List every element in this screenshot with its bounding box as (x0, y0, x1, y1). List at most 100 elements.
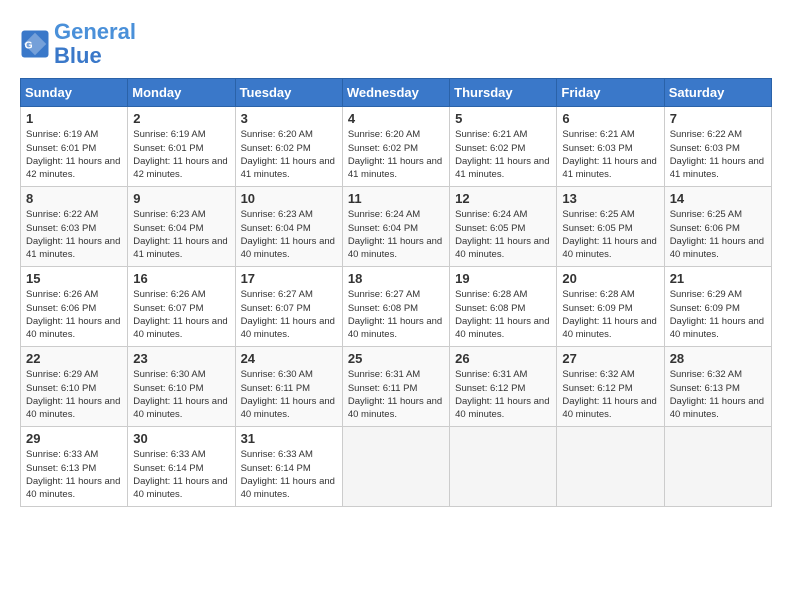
day-info: Sunrise: 6:30 AMSunset: 6:11 PMDaylight:… (241, 368, 337, 421)
day-number: 15 (26, 271, 122, 286)
calendar-week-row: 22 Sunrise: 6:29 AMSunset: 6:10 PMDaylig… (21, 347, 772, 427)
day-info: Sunrise: 6:33 AMSunset: 6:13 PMDaylight:… (26, 448, 122, 501)
calendar-cell: 1 Sunrise: 6:19 AMSunset: 6:01 PMDayligh… (21, 107, 128, 187)
calendar-cell: 20 Sunrise: 6:28 AMSunset: 6:09 PMDaylig… (557, 267, 664, 347)
day-number: 14 (670, 191, 766, 206)
day-number: 21 (670, 271, 766, 286)
calendar-header-row: SundayMondayTuesdayWednesdayThursdayFrid… (21, 79, 772, 107)
day-number: 1 (26, 111, 122, 126)
calendar-cell: 31 Sunrise: 6:33 AMSunset: 6:14 PMDaylig… (235, 427, 342, 507)
calendar-table: SundayMondayTuesdayWednesdayThursdayFrid… (20, 78, 772, 507)
calendar-cell: 3 Sunrise: 6:20 AMSunset: 6:02 PMDayligh… (235, 107, 342, 187)
day-info: Sunrise: 6:23 AMSunset: 6:04 PMDaylight:… (241, 208, 337, 261)
day-number: 8 (26, 191, 122, 206)
day-number: 25 (348, 351, 444, 366)
calendar-cell: 2 Sunrise: 6:19 AMSunset: 6:01 PMDayligh… (128, 107, 235, 187)
day-header-sunday: Sunday (21, 79, 128, 107)
calendar-cell (342, 427, 449, 507)
calendar-week-row: 8 Sunrise: 6:22 AMSunset: 6:03 PMDayligh… (21, 187, 772, 267)
day-number: 7 (670, 111, 766, 126)
day-info: Sunrise: 6:31 AMSunset: 6:11 PMDaylight:… (348, 368, 444, 421)
calendar-cell: 9 Sunrise: 6:23 AMSunset: 6:04 PMDayligh… (128, 187, 235, 267)
day-number: 31 (241, 431, 337, 446)
day-number: 6 (562, 111, 658, 126)
day-number: 24 (241, 351, 337, 366)
calendar-cell: 25 Sunrise: 6:31 AMSunset: 6:11 PMDaylig… (342, 347, 449, 427)
day-number: 3 (241, 111, 337, 126)
calendar-week-row: 29 Sunrise: 6:33 AMSunset: 6:13 PMDaylig… (21, 427, 772, 507)
day-number: 28 (670, 351, 766, 366)
day-number: 2 (133, 111, 229, 126)
day-info: Sunrise: 6:26 AMSunset: 6:06 PMDaylight:… (26, 288, 122, 341)
logo-name: GeneralBlue (54, 20, 136, 68)
day-number: 18 (348, 271, 444, 286)
calendar-body: 1 Sunrise: 6:19 AMSunset: 6:01 PMDayligh… (21, 107, 772, 507)
calendar-cell: 10 Sunrise: 6:23 AMSunset: 6:04 PMDaylig… (235, 187, 342, 267)
day-info: Sunrise: 6:24 AMSunset: 6:04 PMDaylight:… (348, 208, 444, 261)
calendar-cell: 23 Sunrise: 6:30 AMSunset: 6:10 PMDaylig… (128, 347, 235, 427)
calendar-cell (557, 427, 664, 507)
day-number: 30 (133, 431, 229, 446)
logo: G GeneralBlue (20, 20, 136, 68)
day-info: Sunrise: 6:20 AMSunset: 6:02 PMDaylight:… (241, 128, 337, 181)
day-number: 19 (455, 271, 551, 286)
calendar-cell: 18 Sunrise: 6:27 AMSunset: 6:08 PMDaylig… (342, 267, 449, 347)
day-info: Sunrise: 6:19 AMSunset: 6:01 PMDaylight:… (26, 128, 122, 181)
calendar-cell (664, 427, 771, 507)
day-number: 11 (348, 191, 444, 206)
day-header-saturday: Saturday (664, 79, 771, 107)
calendar-cell: 24 Sunrise: 6:30 AMSunset: 6:11 PMDaylig… (235, 347, 342, 427)
calendar-cell: 4 Sunrise: 6:20 AMSunset: 6:02 PMDayligh… (342, 107, 449, 187)
calendar-cell: 16 Sunrise: 6:26 AMSunset: 6:07 PMDaylig… (128, 267, 235, 347)
day-info: Sunrise: 6:22 AMSunset: 6:03 PMDaylight:… (26, 208, 122, 261)
day-info: Sunrise: 6:27 AMSunset: 6:07 PMDaylight:… (241, 288, 337, 341)
calendar-cell: 13 Sunrise: 6:25 AMSunset: 6:05 PMDaylig… (557, 187, 664, 267)
day-info: Sunrise: 6:32 AMSunset: 6:13 PMDaylight:… (670, 368, 766, 421)
calendar-cell: 19 Sunrise: 6:28 AMSunset: 6:08 PMDaylig… (450, 267, 557, 347)
day-number: 27 (562, 351, 658, 366)
day-info: Sunrise: 6:32 AMSunset: 6:12 PMDaylight:… (562, 368, 658, 421)
day-info: Sunrise: 6:29 AMSunset: 6:09 PMDaylight:… (670, 288, 766, 341)
day-number: 26 (455, 351, 551, 366)
day-number: 4 (348, 111, 444, 126)
calendar-cell: 22 Sunrise: 6:29 AMSunset: 6:10 PMDaylig… (21, 347, 128, 427)
day-info: Sunrise: 6:26 AMSunset: 6:07 PMDaylight:… (133, 288, 229, 341)
day-info: Sunrise: 6:31 AMSunset: 6:12 PMDaylight:… (455, 368, 551, 421)
day-number: 20 (562, 271, 658, 286)
day-info: Sunrise: 6:28 AMSunset: 6:08 PMDaylight:… (455, 288, 551, 341)
logo-icon: G (20, 29, 50, 59)
calendar-cell: 6 Sunrise: 6:21 AMSunset: 6:03 PMDayligh… (557, 107, 664, 187)
day-number: 29 (26, 431, 122, 446)
day-number: 22 (26, 351, 122, 366)
day-header-friday: Friday (557, 79, 664, 107)
calendar-cell: 14 Sunrise: 6:25 AMSunset: 6:06 PMDaylig… (664, 187, 771, 267)
day-number: 17 (241, 271, 337, 286)
calendar-cell: 21 Sunrise: 6:29 AMSunset: 6:09 PMDaylig… (664, 267, 771, 347)
calendar-cell: 28 Sunrise: 6:32 AMSunset: 6:13 PMDaylig… (664, 347, 771, 427)
calendar-cell: 5 Sunrise: 6:21 AMSunset: 6:02 PMDayligh… (450, 107, 557, 187)
day-header-wednesday: Wednesday (342, 79, 449, 107)
day-info: Sunrise: 6:27 AMSunset: 6:08 PMDaylight:… (348, 288, 444, 341)
calendar-cell: 7 Sunrise: 6:22 AMSunset: 6:03 PMDayligh… (664, 107, 771, 187)
calendar-cell: 30 Sunrise: 6:33 AMSunset: 6:14 PMDaylig… (128, 427, 235, 507)
day-number: 23 (133, 351, 229, 366)
day-info: Sunrise: 6:33 AMSunset: 6:14 PMDaylight:… (133, 448, 229, 501)
day-number: 13 (562, 191, 658, 206)
day-info: Sunrise: 6:22 AMSunset: 6:03 PMDaylight:… (670, 128, 766, 181)
day-header-monday: Monday (128, 79, 235, 107)
calendar-cell: 29 Sunrise: 6:33 AMSunset: 6:13 PMDaylig… (21, 427, 128, 507)
calendar-cell (450, 427, 557, 507)
calendar-cell: 8 Sunrise: 6:22 AMSunset: 6:03 PMDayligh… (21, 187, 128, 267)
day-number: 16 (133, 271, 229, 286)
day-info: Sunrise: 6:29 AMSunset: 6:10 PMDaylight:… (26, 368, 122, 421)
day-info: Sunrise: 6:33 AMSunset: 6:14 PMDaylight:… (241, 448, 337, 501)
calendar-week-row: 1 Sunrise: 6:19 AMSunset: 6:01 PMDayligh… (21, 107, 772, 187)
day-info: Sunrise: 6:24 AMSunset: 6:05 PMDaylight:… (455, 208, 551, 261)
calendar-cell: 17 Sunrise: 6:27 AMSunset: 6:07 PMDaylig… (235, 267, 342, 347)
day-info: Sunrise: 6:25 AMSunset: 6:06 PMDaylight:… (670, 208, 766, 261)
day-header-tuesday: Tuesday (235, 79, 342, 107)
calendar-cell: 15 Sunrise: 6:26 AMSunset: 6:06 PMDaylig… (21, 267, 128, 347)
day-info: Sunrise: 6:20 AMSunset: 6:02 PMDaylight:… (348, 128, 444, 181)
day-number: 9 (133, 191, 229, 206)
calendar-cell: 27 Sunrise: 6:32 AMSunset: 6:12 PMDaylig… (557, 347, 664, 427)
